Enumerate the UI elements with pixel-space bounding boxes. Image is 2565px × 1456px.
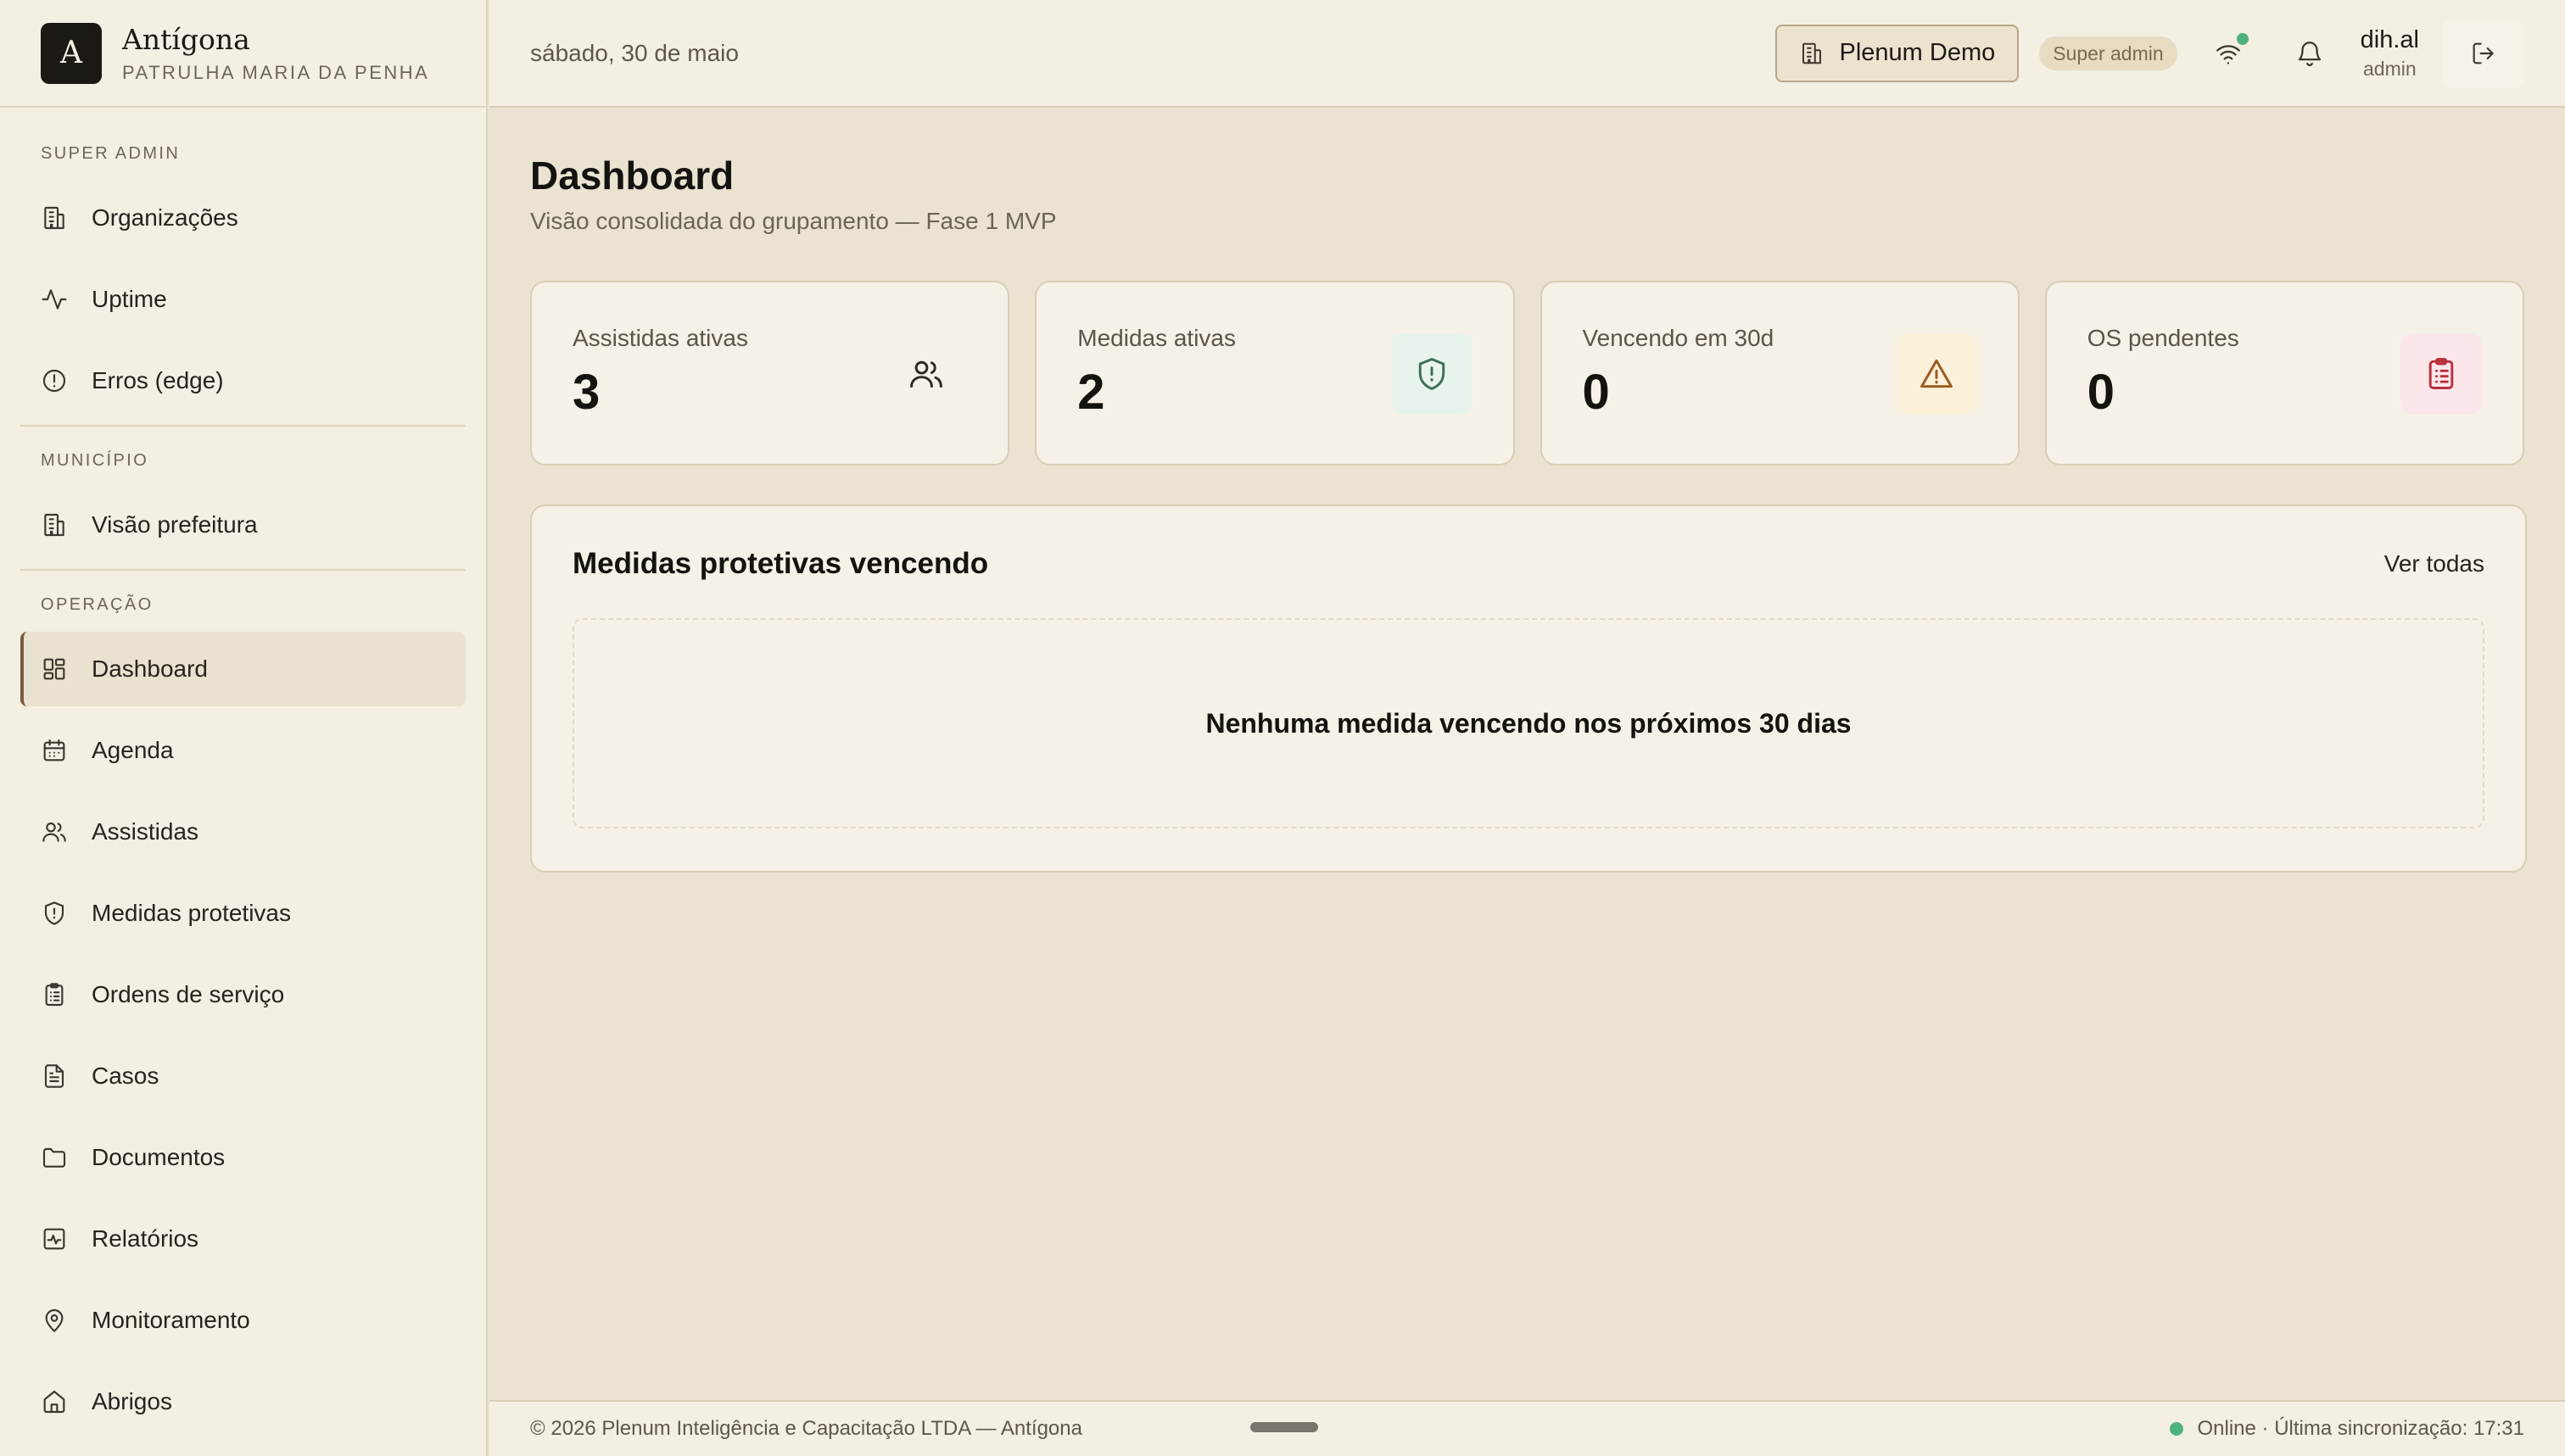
section-title: SUPER ADMIN [41,144,181,163]
footer: © 2026 Plenum Inteligência e Capacitação… [489,1400,2565,1456]
user-menu[interactable]: dih.al admin [2361,25,2419,81]
file-text-icon [41,1063,68,1090]
sidebar-item-label: Assistidas [92,818,199,845]
sidebar-item-agenda[interactable]: Agenda [20,713,466,788]
dashboard-icon [41,655,68,683]
warning-triangle-icon [1918,355,1955,393]
drag-handle[interactable] [1250,1422,1318,1432]
sidebar-item-relatorios[interactable]: Relatórios [20,1202,466,1276]
sidebar-item-label: Organizações [92,204,238,231]
current-date: sábado, 30 de maio [530,39,739,66]
sidebar-item-erros-edge[interactable]: Erros (edge) [20,343,466,418]
notifications-button[interactable] [2279,23,2340,84]
sidebar-item-label: Erros (edge) [92,367,224,393]
user-role: admin [2363,58,2417,80]
sidebar-item-uptime[interactable]: Uptime [20,262,466,337]
building-icon [1799,41,1825,66]
sidebar: A Antígona PATRULHA MARIA DA PENHA SUPER… [0,0,488,1456]
sidebar-item-documentos[interactable]: Documentos [20,1120,466,1195]
sidebar-item-label: Medidas protetivas [92,900,292,926]
stat-card-medidas-ativas[interactable]: Medidas ativas 2 [1035,281,1515,466]
sidebar-item-label: Casos [92,1063,159,1089]
stat-icon-box [1895,333,1977,415]
sidebar-item-label: Monitoramento [92,1307,250,1333]
sync-status-text: Online · Última sincronização: 17:31 [2197,1417,2524,1440]
calendar-icon [41,737,68,764]
users-icon [41,818,68,845]
online-status-dot [2170,1422,2184,1436]
sidebar-item-label: Uptime [92,286,167,312]
sidebar-item-assistidas[interactable]: Assistidas [20,795,466,869]
sidebar-item-label: Agenda [92,737,174,763]
organization-switcher-button[interactable]: Plenum Demo [1774,24,2020,82]
panel-title: Medidas protetivas vencendo [573,547,989,580]
empty-state-message: Nenhuma medida vencendo nos próximos 30 … [1205,707,1852,739]
main-content: Dashboard Visão consolidada do grupament… [489,109,2565,1400]
sync-status: Online · Última sincronização: 17:31 [2170,1417,2524,1441]
home-icon [41,1388,68,1415]
connection-status-button[interactable] [2198,23,2259,84]
nav-section-super-admin: SUPER ADMIN Organizações Uptime Erros (e… [0,108,486,418]
chart-icon [41,1225,68,1252]
brand-name: Antígona [122,22,250,56]
sidebar-item-label: Documentos [92,1144,226,1170]
bell-icon [2295,39,2324,68]
clipboard-icon [41,981,68,1008]
users-icon [908,355,945,393]
view-all-link[interactable]: Ver todas [2384,550,2484,577]
sidebar-item-abrigos[interactable]: Abrigos [20,1364,466,1439]
nav-section-municipio: MUNICÍPIO Visão prefeitura [20,425,466,562]
online-indicator-dot [2236,32,2249,45]
section-title: OPERAÇÃO [41,595,154,614]
stat-icon-box [2400,333,2482,415]
stat-card-vencendo-30d[interactable]: Vencendo em 30d 0 [1540,281,2020,466]
brand-logo: A [41,22,102,84]
activity-icon [41,286,68,313]
sidebar-item-label: Dashboard [92,655,208,682]
sidebar-item-label: Visão prefeitura [92,511,258,538]
user-name: dih.al [2360,26,2419,53]
topbar: sábado, 30 de maio Plenum Demo Super adm… [489,0,2565,108]
expiring-measures-panel: Medidas protetivas vencendo Ver todas Ne… [530,505,2527,873]
role-badge: Super admin [2039,36,2177,70]
sidebar-item-monitoramento[interactable]: Monitoramento [20,1283,466,1358]
copyright-text: © 2026 Plenum Inteligência e Capacitação… [530,1417,1082,1440]
sidebar-item-label: Abrigos [92,1388,172,1414]
building-icon [41,204,68,232]
sidebar-item-label: Relatórios [92,1225,199,1252]
brand[interactable]: A Antígona PATRULHA MARIA DA PENHA [0,0,486,108]
page-subtitle: Visão consolidada do grupamento — Fase 1… [530,208,1057,234]
stat-icon-box [1390,333,1472,415]
stat-icon-box [886,333,967,415]
sidebar-item-medidas-protetivas[interactable]: Medidas protetivas [20,876,466,951]
organization-name: Plenum Demo [1839,39,1996,66]
logout-button[interactable] [2443,19,2524,87]
shield-alert-icon [41,900,68,927]
clipboard-icon [2422,355,2460,393]
map-pin-icon [41,1307,68,1334]
logout-icon [2470,40,2497,67]
sidebar-item-dashboard[interactable]: Dashboard [20,632,466,706]
stats-row: Assistidas ativas 3 Medidas ativas 2 Ven… [530,281,2524,466]
empty-state: Nenhuma medida vencendo nos próximos 30 … [573,618,2484,828]
sidebar-item-visao-prefeitura[interactable]: Visão prefeitura [20,488,466,562]
sidebar-item-organizacoes[interactable]: Organizações [20,181,466,255]
section-title: MUNICÍPIO [41,451,149,470]
nav-section-operacao: OPERAÇÃO Dashboard Agenda Assistidas Med… [20,569,466,1439]
stat-card-os-pendentes[interactable]: OS pendentes 0 [2044,281,2524,466]
folder-icon [41,1144,68,1171]
stat-card-assistidas-ativas[interactable]: Assistidas ativas 3 [530,281,1010,466]
page-title: Dashboard [530,153,735,198]
shield-alert-icon [1413,355,1450,393]
alert-circle-icon [41,367,68,394]
brand-subtitle: PATRULHA MARIA DA PENHA [122,61,430,83]
sidebar-item-casos[interactable]: Casos [20,1039,466,1113]
sidebar-item-ordens-de-servico[interactable]: Ordens de serviço [20,957,466,1032]
building-icon [41,511,68,538]
sidebar-item-label: Ordens de serviço [92,981,285,1007]
